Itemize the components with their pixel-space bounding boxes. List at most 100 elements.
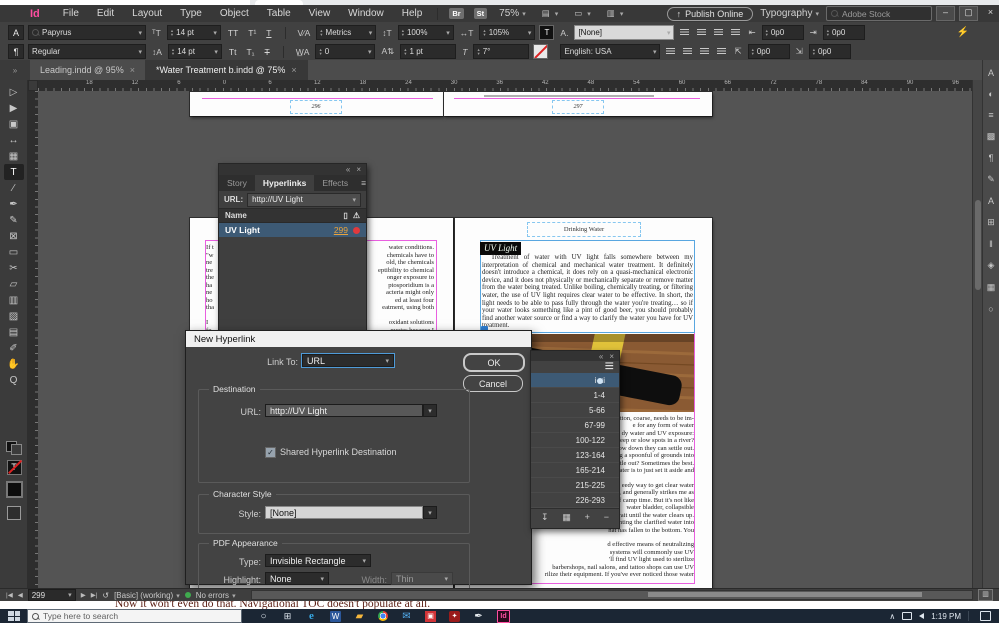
action-center-icon[interactable] — [980, 611, 991, 621]
tool-button[interactable]: ⊠ — [4, 228, 24, 244]
style-dropdown[interactable]: [None] — [265, 506, 423, 519]
stroke-swatch[interactable] — [11, 444, 22, 455]
stepper-icon[interactable]: ▴ ▾ — [477, 47, 479, 56]
tab-effects[interactable]: Effects — [314, 175, 356, 191]
dock-panel-icon[interactable]: A — [988, 196, 994, 206]
url-input[interactable]: http://UV Light ▾ — [247, 192, 361, 207]
dock-panel-icon[interactable]: ⊞ — [987, 217, 995, 228]
tool-button[interactable]: Q — [4, 372, 24, 388]
taskbar-app-icon[interactable]: ✒ — [473, 611, 484, 622]
apply-color-swatch[interactable] — [5, 481, 23, 498]
formatting-affects-text-icon[interactable]: T — [6, 460, 22, 475]
horizontal-scale-field[interactable]: ▴ ▾ 105% ▾ — [479, 25, 536, 40]
print-icon[interactable]: ▦ — [562, 512, 571, 523]
underline-button[interactable]: T — [263, 28, 274, 38]
close-icon[interactable]: × — [291, 65, 296, 75]
taskbar-app-icon[interactable]: ⊞ — [282, 611, 293, 622]
view-options-dropdown[interactable]: ▤ ▾ — [540, 8, 559, 19]
dock-panel-icon[interactable]: A — [988, 68, 994, 78]
stepper-icon[interactable]: ▴ ▾ — [319, 47, 321, 56]
shared-destination-checkbox[interactable]: ✓ — [265, 447, 276, 458]
first-page-button[interactable]: |◀ — [6, 591, 13, 599]
bridge-button[interactable]: Br — [449, 8, 464, 19]
align-left-button[interactable] — [680, 29, 690, 36]
tool-button[interactable]: ▤ — [4, 324, 24, 340]
justify-all-button[interactable] — [717, 48, 727, 55]
taskbar-app-icon[interactable]: Id — [497, 609, 510, 623]
menu-item[interactable]: Edit — [97, 8, 114, 19]
tab-leading-indd[interactable]: Leading.indd @ 95% × — [30, 60, 146, 80]
stepper-icon[interactable]: ▴ ▾ — [483, 28, 485, 37]
panel-collapse-stub[interactable]: » — [0, 60, 30, 80]
taskbar-app-icon[interactable]: ▰ — [354, 611, 365, 622]
page-296-bottom[interactable]: 296 — [190, 92, 443, 116]
preflight-profile-dropdown[interactable]: [Basic] (working) ▾ — [114, 591, 180, 600]
dock-panel-icon[interactable]: ○ — [988, 304, 993, 314]
tracking-field[interactable]: ▴ ▾ 0 ▾ — [315, 44, 376, 59]
strikethrough-button[interactable]: T — [262, 47, 273, 57]
tool-button[interactable]: ↔ — [4, 132, 24, 148]
tool-button[interactable]: ✒ — [4, 196, 24, 212]
url-input[interactable]: http://UV Light — [265, 404, 423, 417]
taskbar-app-icon[interactable]: ✉ — [401, 611, 412, 622]
highlight-dropdown[interactable]: None ▾ — [265, 572, 329, 585]
collapse-panel-icon[interactable]: « — [346, 165, 350, 174]
menu-item[interactable]: Layout — [132, 8, 162, 19]
right-indent-field[interactable]: ▴ ▾ 0p0 — [822, 25, 865, 40]
tab-story[interactable]: Story — [219, 175, 255, 191]
baseline-shift-field[interactable]: ▴ ▾ 1 pt — [400, 44, 457, 59]
taskbar-app-icon[interactable]: W — [330, 610, 341, 622]
character-formatting-toggle[interactable]: A — [8, 25, 24, 40]
taskbar-search-input[interactable]: Type here to search — [27, 609, 242, 623]
menu-item[interactable]: View — [309, 8, 331, 19]
page-range-row[interactable]: 165-214 — [531, 463, 619, 478]
tool-button[interactable]: ▶ — [4, 100, 24, 116]
last-line-indent-field[interactable]: ▴ ▾ 0p0 — [808, 44, 851, 59]
start-button[interactable] — [8, 611, 20, 621]
panel-menu-icon[interactable]: ≡ — [605, 358, 614, 376]
fill-color-swatch[interactable]: T — [539, 25, 555, 40]
page-range-row[interactable]: 1-4 — [531, 388, 619, 403]
small-caps-button[interactable]: Tt — [226, 47, 240, 57]
tool-button[interactable]: ✎ — [4, 212, 24, 228]
page-range-row[interactable]: 215-225 — [531, 478, 619, 493]
tool-button[interactable]: ✂ — [4, 260, 24, 276]
font-size-field[interactable]: ▴ ▾ 14 pt ▾ — [166, 25, 221, 40]
close-button[interactable]: × — [982, 7, 999, 20]
menu-item[interactable]: Type — [180, 8, 202, 19]
tool-button[interactable]: ▭ — [4, 244, 24, 260]
workspace-switcher[interactable]: Typography ▾ — [760, 8, 819, 19]
superscript-button[interactable]: T¹ — [245, 28, 259, 38]
dock-panel-icon[interactable]: ≡ — [988, 110, 993, 120]
publish-online-button[interactable]: ↑ Publish Online — [666, 6, 754, 21]
spread-view-button[interactable]: ▥ — [978, 589, 993, 601]
dock-panel-icon[interactable]: ▦ — [987, 282, 996, 293]
page-number-frame[interactable]: 297 — [552, 100, 604, 114]
left-indent-field[interactable]: ▴ ▾ 0p0 — [761, 25, 804, 40]
align-top-button[interactable] — [666, 48, 676, 55]
type-dropdown[interactable]: Invisible Rectangle ▾ — [265, 554, 371, 567]
taskbar-app-icon[interactable]: ✦ — [449, 610, 460, 622]
adobe-stock-search-input[interactable]: Adobe Stock — [826, 6, 932, 21]
fill-stroke-proxy[interactable] — [6, 441, 22, 455]
align-center-button[interactable] — [697, 29, 707, 36]
arrange-documents-dropdown[interactable]: ▥ ▾ — [605, 8, 624, 19]
menu-item[interactable]: Table — [267, 8, 291, 19]
page-range-row[interactable]: 5-66 — [531, 403, 619, 418]
tool-button[interactable]: ▱ — [4, 276, 24, 292]
tool-button[interactable]: ▨ — [4, 308, 24, 324]
dock-panel-icon[interactable]: ◐ — [988, 89, 993, 99]
hidden-icons-chevron[interactable]: ∧ — [889, 612, 895, 621]
dock-panel-icon[interactable]: ✎ — [987, 174, 995, 185]
panel-menu-icon[interactable]: ≡ — [356, 175, 371, 191]
menu-item[interactable]: Help — [402, 8, 423, 19]
tool-button[interactable]: ▣ — [4, 116, 24, 132]
menu-item[interactable]: File — [63, 8, 79, 19]
stepper-icon[interactable]: ▴ ▾ — [827, 28, 829, 37]
page-range-row[interactable]: 67-99 — [531, 418, 619, 433]
page-range-row[interactable]: 100-122 — [531, 433, 619, 448]
scrollbar-thumb[interactable] — [647, 592, 922, 597]
align-middle-button[interactable] — [683, 48, 693, 55]
warning-column-icon[interactable]: ⚠ — [353, 211, 360, 220]
body-paragraph[interactable]: Treatment of water with UV light falls s… — [482, 254, 693, 330]
